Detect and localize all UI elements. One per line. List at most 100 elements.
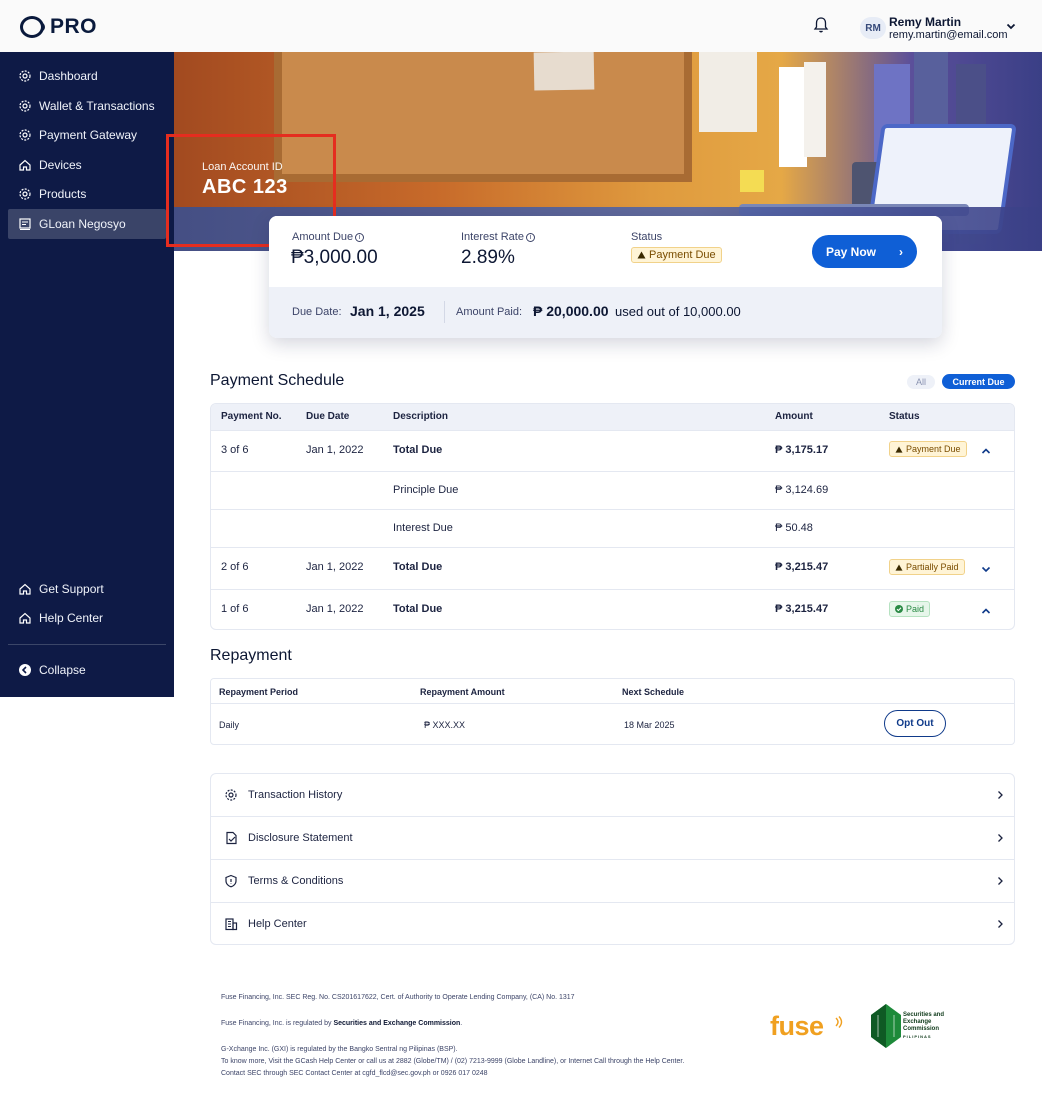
paper-illustration — [699, 52, 757, 132]
chevron-right-icon: › — [899, 245, 903, 259]
footer-line-5: Contact SEC through SEC Contact Center a… — [221, 1070, 488, 1077]
links-list: Transaction History Disclosure Statement… — [210, 773, 1015, 945]
link-disclosure-statement[interactable]: Disclosure Statement — [211, 817, 1014, 860]
link-terms-conditions[interactable]: Terms & Conditions — [211, 860, 1014, 903]
table-header: Payment No. Due Date Description Amount … — [211, 404, 1014, 430]
description: Total Due — [393, 561, 443, 573]
fuse-wave-icon — [835, 1016, 843, 1028]
due-date: Jan 1, 2022 — [306, 561, 364, 573]
amount: ₱ 50.48 — [775, 522, 813, 534]
sticky-note-illustration — [740, 170, 764, 192]
repayment-table: Repayment Period Repayment Amount Next S… — [210, 678, 1015, 745]
home-icon — [19, 612, 31, 624]
repayment-title: Repayment — [210, 647, 292, 664]
amount-paid-value: ₱ 20,000.00 — [533, 303, 609, 319]
sidebar-item-label: Wallet & Transactions — [39, 99, 155, 113]
table-row[interactable]: 2 of 6 Jan 1, 2022 Total Due ₱ 3,215.47 … — [211, 547, 1014, 589]
amount-paid-label: Amount Paid: — [456, 306, 523, 318]
sec-link[interactable]: Securities and Exchange Commission — [333, 1020, 460, 1027]
due-date: Jan 1, 2022 — [306, 603, 364, 615]
column-header: Next Schedule — [622, 687, 685, 697]
pay-now-label: Pay Now — [826, 244, 877, 259]
chevron-right-icon — [998, 877, 1003, 885]
due-date: Jan 1, 2022 — [306, 444, 364, 456]
status-badge: Payment Due — [631, 247, 722, 263]
link-label: Transaction History — [248, 789, 343, 801]
sidebar-divider — [8, 644, 166, 645]
sec-logo-text: Securities and Exchange Commission PILIP… — [903, 1012, 945, 1039]
payment-schedule-table: Payment No. Due Date Description Amount … — [210, 403, 1015, 630]
info-icon[interactable]: i — [525, 233, 535, 242]
chevron-up-icon[interactable] — [981, 446, 991, 456]
gcash-logo-icon — [20, 16, 45, 38]
sidebar-collapse-button[interactable]: Collapse — [0, 655, 174, 685]
column-header: Status — [889, 411, 920, 422]
sidebar-item-payment-gateway[interactable]: Payment Gateway — [0, 120, 174, 150]
sidebar-item-dashboard[interactable]: Dashboard — [0, 61, 174, 91]
warning-icon — [637, 251, 646, 259]
chevron-down-icon[interactable] — [981, 564, 991, 574]
shield-icon — [225, 874, 237, 888]
payment-no: 3 of 6 — [221, 444, 249, 456]
sidebar-item-wallet[interactable]: Wallet & Transactions — [0, 91, 174, 121]
summary-top: Amount Due i ₱3,000.00 Interest Rate i 2.8… — [269, 216, 942, 287]
table-row[interactable]: 1 of 6 Jan 1, 2022 Total Due ₱ 3,215.47 … — [211, 589, 1014, 629]
status-badge: Partially Paid — [889, 559, 965, 575]
column-header: Repayment Period — [219, 687, 299, 697]
column-header: Repayment Amount — [420, 687, 505, 697]
link-transaction-history[interactable]: Transaction History — [211, 774, 1014, 817]
sidebar-item-label: Dashboard — [39, 69, 98, 83]
due-date-label: Due Date: — [292, 306, 342, 318]
gcash-pro-logo[interactable]: PRO — [20, 15, 97, 39]
filter-current-due-button[interactable]: Current Due — [942, 374, 1015, 389]
collapse-icon — [19, 664, 31, 676]
pay-now-button[interactable]: Pay Now › — [812, 235, 917, 268]
fuse-logo: fuse — [770, 1011, 824, 1041]
divider — [444, 301, 445, 323]
gear-icon — [19, 129, 31, 141]
payment-schedule-title: Payment Schedule — [210, 372, 345, 389]
top-bar: PRO RM Remy Martin remy.martin@email.com — [0, 0, 1042, 52]
gear-icon — [19, 188, 31, 200]
repayment-period: Daily — [219, 720, 240, 730]
status-label: Status — [631, 231, 663, 243]
column-header: Description — [393, 411, 449, 422]
table-row[interactable]: 3 of 6 Jan 1, 2022 Total Due ₱ 3,175.17 … — [211, 430, 1014, 471]
warning-icon — [895, 563, 903, 571]
link-label: Help Center — [248, 918, 307, 930]
info-icon[interactable]: i — [355, 233, 365, 242]
collapse-label: Collapse — [39, 663, 86, 677]
link-help-center[interactable]: Help Center — [211, 903, 1014, 944]
next-schedule: 18 Mar 2025 — [624, 720, 675, 730]
user-email: remy.martin@email.com — [889, 29, 1008, 41]
chevron-up-icon[interactable] — [981, 606, 991, 616]
corkboard-illustration — [274, 52, 692, 182]
sec-logo-icon — [871, 1004, 901, 1048]
footer-line-1: Fuse Financing, Inc. SEC Reg. No. CS2016… — [221, 994, 575, 1001]
sidebar-item-label: GLoan Negosyo — [39, 217, 126, 231]
sidebar-item-gloan-negosyo[interactable]: GLoan Negosyo — [8, 209, 166, 239]
loan-summary-card: Amount Due i ₱3,000.00 Interest Rate i 2.8… — [269, 216, 942, 338]
store-icon — [19, 218, 31, 231]
avatar[interactable]: RM — [860, 17, 886, 39]
sidebar-item-label: Payment Gateway — [39, 128, 138, 142]
warning-icon — [895, 445, 903, 453]
amount: ₱ 3,215.47 — [775, 561, 829, 573]
bell-icon[interactable] — [813, 16, 829, 34]
sidebar-item-devices[interactable]: Devices — [0, 150, 174, 180]
status-badge: Paid — [889, 601, 931, 617]
table-row: Interest Due ₱ 50.48 — [211, 509, 1014, 547]
document-icon — [226, 831, 237, 845]
sidebar-item-get-support[interactable]: Get Support — [0, 574, 174, 604]
filter-all-button[interactable]: All — [907, 375, 935, 389]
sidebar-item-help-center[interactable]: Help Center — [0, 603, 174, 633]
footer-line-3: G-Xchange Inc. (GXI) is regulated by the… — [221, 1046, 458, 1053]
gear-icon — [19, 100, 31, 112]
building-icon — [225, 918, 238, 931]
sidebar-item-products[interactable]: Products — [0, 179, 174, 209]
due-date-value: Jan 1, 2025 — [350, 303, 425, 319]
chevron-down-icon[interactable] — [1006, 21, 1016, 31]
footer-line-2: Fuse Financing, Inc. is regulated by Sec… — [221, 1020, 463, 1027]
opt-out-button[interactable]: Opt Out — [884, 710, 946, 737]
table-header: Repayment Period Repayment Amount Next S… — [211, 679, 1014, 704]
